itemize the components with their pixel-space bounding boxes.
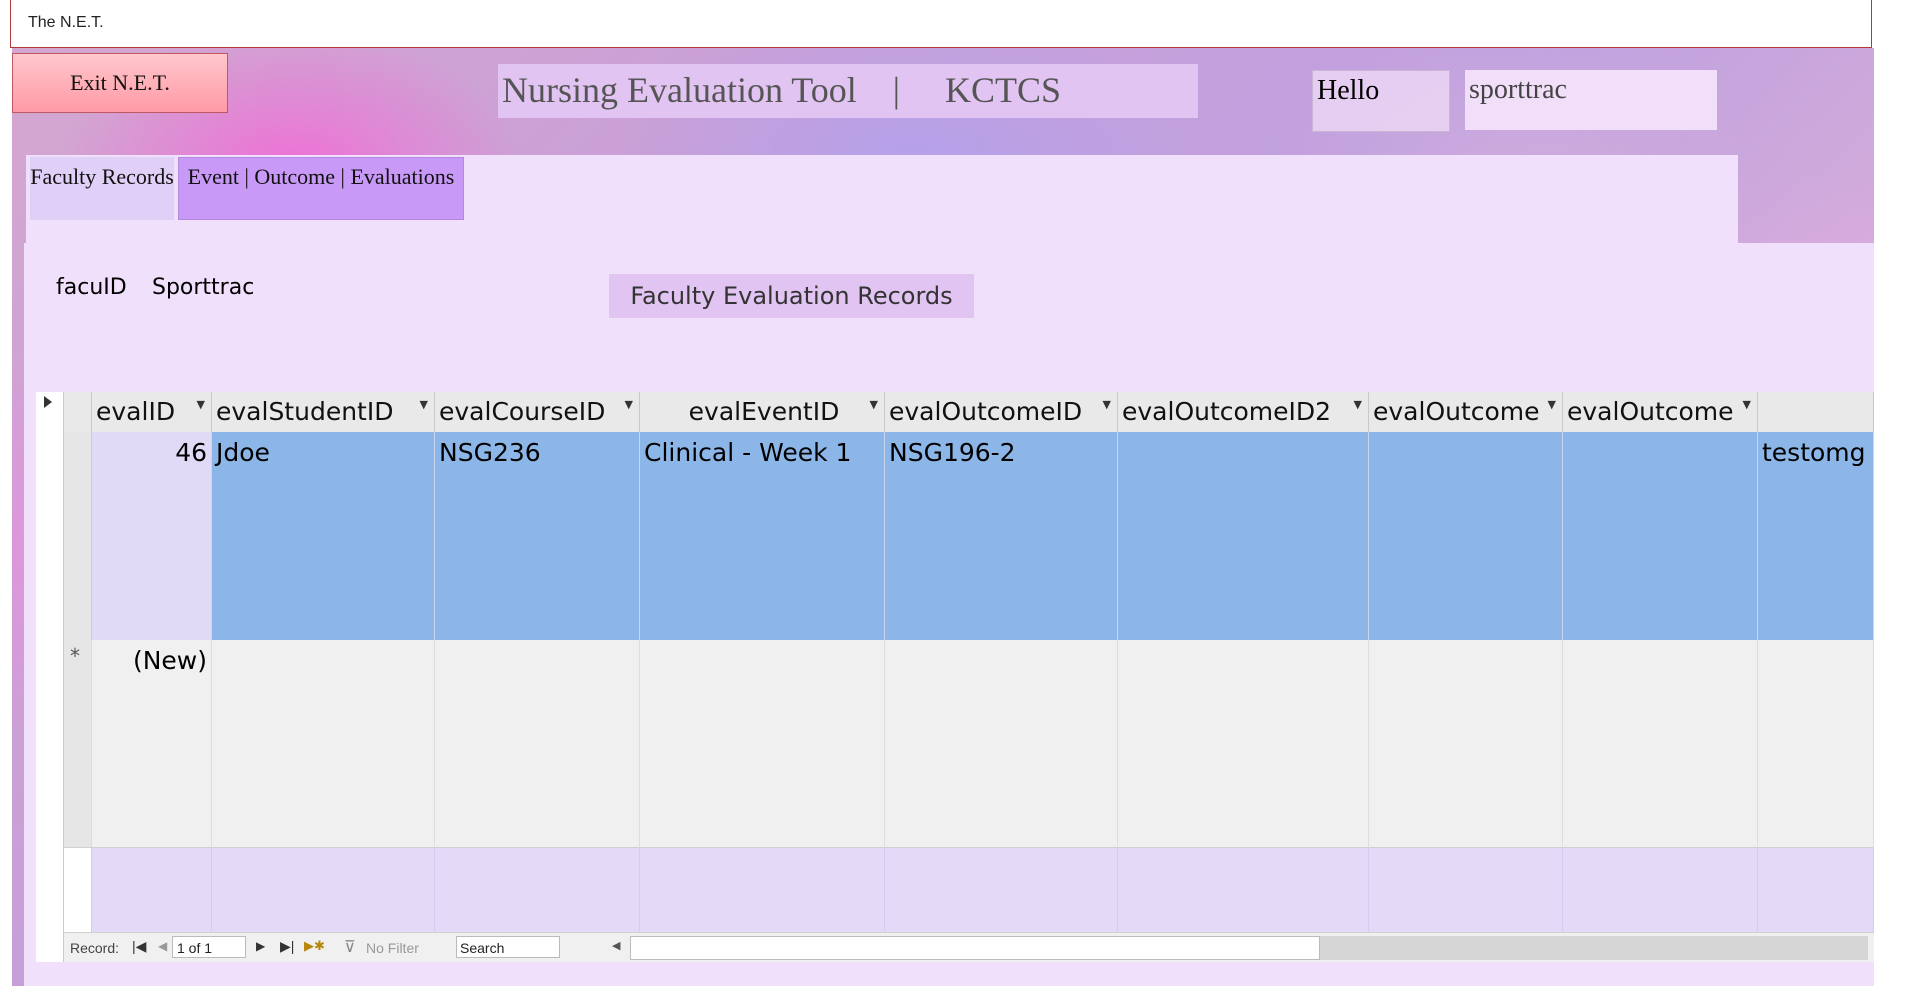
record-navigation-bar: Record: |◀ ◀ 1 of 1 ▶ ▶| ▶✱ ⊽ No Filter … [64, 932, 1874, 962]
column-header-evalcourseid[interactable]: evalCourseID ▼ [435, 392, 640, 432]
row-selector[interactable] [64, 432, 92, 640]
tab-event-outcome-evaluations[interactable]: Event | Outcome | Evaluations [178, 157, 464, 220]
select-all-corner[interactable] [64, 392, 92, 432]
table-cell[interactable]: Clinical - Week 1 [640, 432, 885, 640]
facu-id-label: facuID [56, 275, 127, 300]
hello-label: Hello [1312, 70, 1450, 132]
current-record-arrow-icon [44, 396, 52, 408]
table-cell[interactable]: Jdoe [212, 432, 435, 640]
empty-row-area [435, 848, 640, 932]
empty-row-area [92, 848, 212, 932]
next-record-icon[interactable]: ▶ [256, 939, 265, 953]
column-header-label: evalEventID [688, 397, 840, 426]
column-header-label: evalCourseID [439, 397, 606, 426]
tab-faculty-records[interactable]: Faculty Records [30, 157, 174, 220]
search-placeholder: Search [460, 940, 505, 956]
empty-row-area [885, 848, 1118, 932]
table-cell[interactable]: 46 [92, 432, 212, 640]
panel-title: Faculty Evaluation Records [609, 274, 974, 318]
table-cell[interactable] [640, 640, 885, 848]
current-record-field[interactable]: 1 of 1 [172, 936, 246, 958]
table-cell[interactable] [1369, 432, 1563, 640]
horizontal-scrollbar-track[interactable] [1320, 936, 1868, 960]
table-cell[interactable]: NSG196-2 [885, 432, 1118, 640]
sort-dropdown-icon[interactable]: ▼ [625, 392, 633, 418]
first-record-icon[interactable]: |◀ [132, 938, 146, 955]
form-record-selector[interactable] [36, 392, 64, 962]
column-header-label: evalOutcome [1373, 397, 1540, 426]
table-cell[interactable] [435, 640, 640, 848]
sort-dropdown-icon[interactable]: ▼ [1103, 392, 1111, 418]
column-header-label: evalOutcomeID [889, 397, 1083, 426]
form-footer [64, 962, 1874, 986]
table-cell[interactable]: (New) [92, 640, 212, 848]
table-cell[interactable] [885, 640, 1118, 848]
empty-row-area [1118, 848, 1369, 932]
sort-dropdown-icon[interactable]: ▼ [1354, 392, 1362, 418]
last-record-icon[interactable]: ▶| [280, 938, 294, 955]
column-header-evalid[interactable]: evalID ▼ [92, 392, 212, 432]
horizontal-scrollbar-thumb[interactable] [630, 936, 1320, 960]
filter-icon: ⊽ [344, 939, 356, 956]
column-header-label: evalID [96, 397, 176, 426]
table-cell[interactable] [1563, 432, 1758, 640]
table-cell[interactable] [212, 640, 435, 848]
new-record-icon[interactable]: ▶✱ [304, 938, 325, 954]
exit-button[interactable]: Exit N.E.T. [12, 53, 228, 113]
previous-record-icon[interactable]: ◀ [158, 939, 167, 953]
column-header-evaloutcomeid[interactable]: evalOutcomeID ▼ [885, 392, 1118, 432]
empty-row-area [640, 848, 885, 932]
empty-row-area [1369, 848, 1563, 932]
sort-dropdown-icon[interactable]: ▼ [870, 392, 878, 418]
column-header-label: evalOutcome [1567, 397, 1734, 426]
no-filter-button[interactable]: No Filter [366, 940, 419, 956]
column-header-extra[interactable] [1758, 392, 1874, 432]
table-cell[interactable] [1563, 640, 1758, 848]
column-header-evaloutcome[interactable]: evalOutcome ▼ [1369, 392, 1563, 432]
empty-row-area [1563, 848, 1758, 932]
scroll-left-icon[interactable]: ◀ [612, 939, 620, 952]
column-header-evaloutcome-2[interactable]: evalOutcome ▼ [1563, 392, 1758, 432]
table-cell[interactable]: testomg [1758, 432, 1874, 640]
sort-dropdown-icon[interactable]: ▼ [197, 392, 205, 418]
title-bar [10, 0, 1872, 48]
table-cell[interactable] [1118, 640, 1369, 848]
facu-id-value[interactable]: Sporttrac [152, 275, 254, 300]
table-cell[interactable] [1369, 640, 1563, 848]
app-title: Nursing Evaluation Tool | KCTCS [498, 64, 1198, 118]
sort-dropdown-icon[interactable]: ▼ [420, 392, 428, 418]
column-header-label: evalStudentID [216, 397, 394, 426]
new-record-selector[interactable]: * [64, 640, 92, 848]
empty-row-area [212, 848, 435, 932]
sort-dropdown-icon[interactable]: ▼ [1548, 392, 1556, 418]
sort-dropdown-icon[interactable]: ▼ [1743, 392, 1751, 418]
window-title: The N.E.T. [28, 14, 104, 31]
empty-selector-area [64, 848, 92, 932]
table-cell[interactable] [1758, 640, 1874, 848]
search-box[interactable]: Search [456, 936, 560, 958]
app-window: The N.E.T. Exit N.E.T. Nursing Evaluatio… [0, 0, 1921, 986]
column-header-evaleventid[interactable]: evalEventID ▼ [640, 392, 885, 432]
record-label: Record: [70, 940, 120, 956]
column-header-evalstudentid[interactable]: evalStudentID ▼ [212, 392, 435, 432]
table-cell[interactable] [1118, 432, 1369, 640]
column-header-label: evalOutcomeID2 [1122, 397, 1332, 426]
column-header-evaloutcomeid2[interactable]: evalOutcomeID2 ▼ [1118, 392, 1369, 432]
username-field: sporttrac [1465, 70, 1717, 130]
empty-row-area [1758, 848, 1874, 932]
table-cell[interactable]: NSG236 [435, 432, 640, 640]
